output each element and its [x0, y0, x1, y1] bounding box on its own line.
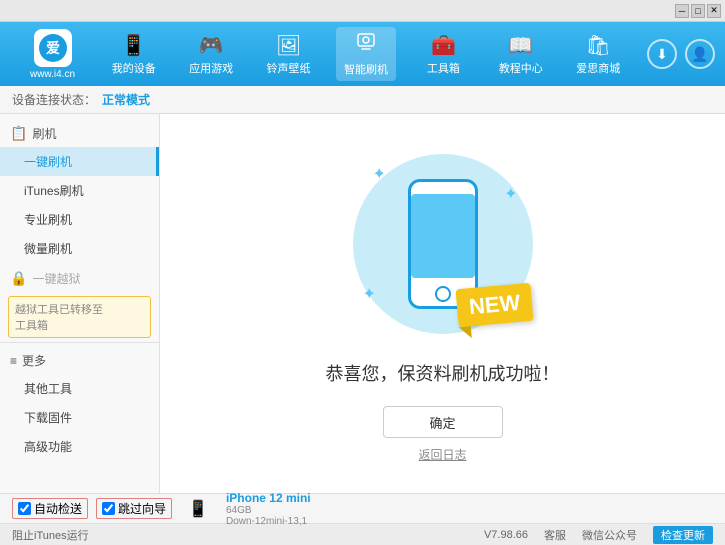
sidebar-item-onekey[interactable]: 一键刷机 [0, 147, 159, 176]
auto-detect-checkbox[interactable] [18, 502, 31, 515]
jailbreak-section-title: 🔒 一键越狱 [0, 265, 159, 292]
bottom-bar: 自动检送 跳过向导 📱 iPhone 12 mini 64GB Down-12m… [0, 493, 725, 523]
jailbreak-label: 一键越狱 [32, 270, 80, 287]
nav-wallpaper-label: 铃声壁纸 [267, 60, 311, 76]
flash-section-label: 刷机 [32, 125, 56, 142]
user-button[interactable]: 👤 [685, 39, 715, 69]
sparkle-3: ✦ [363, 284, 376, 304]
sidebar-section-more: ≡ 更多 其他工具 下载固件 高级功能 [0, 347, 159, 461]
nav-apps-label: 应用游戏 [189, 60, 233, 76]
nav-device-label: 我的设备 [112, 60, 156, 76]
nav-bar: 📱 我的设备 🎮 应用游戏 🖼 铃声壁纸 智能刷机 🧰 工具箱 [95, 27, 637, 81]
nav-mall-label: 爱思商城 [576, 60, 620, 76]
new-badge: NEW [456, 283, 534, 327]
smart-nav-icon [355, 31, 377, 59]
logo-icon: 爱 [34, 29, 72, 67]
mall-nav-icon: 🛍 [586, 33, 611, 58]
restore-button[interactable]: □ [691, 4, 705, 18]
micro-label: 微量刷机 [24, 242, 72, 256]
version-label: V7.98.66 [484, 529, 528, 541]
device-nav-icon: 📱 [121, 33, 146, 58]
tutorial-nav-icon: 📖 [508, 33, 533, 58]
itunes-label: iTunes刷机 [24, 184, 84, 198]
other-tools-label: 其他工具 [24, 382, 72, 396]
device-phone-icon: 📱 [188, 499, 208, 519]
logo-url: www.i4.cn [30, 69, 75, 80]
flash-section-icon: 📋 [10, 125, 27, 142]
advanced-label: 高级功能 [24, 440, 72, 454]
pro-label: 专业刷机 [24, 213, 72, 227]
customer-service-link[interactable]: 客服 [544, 527, 566, 543]
header-right-buttons: ⬇ 👤 [647, 39, 715, 69]
nav-device[interactable]: 📱 我的设备 [104, 29, 164, 80]
title-bar: ─ □ ✕ [0, 0, 725, 22]
device-info: iPhone 12 mini 64GB Down-12mini-13,1 [226, 491, 311, 527]
more-section-title: ≡ 更多 [0, 347, 159, 374]
confirm-button[interactable]: 确定 [383, 406, 503, 438]
phone-home-button [435, 286, 451, 302]
status-label: 设备连接状态： [12, 91, 96, 108]
onekey-label: 一键刷机 [24, 155, 72, 169]
footer-right: V7.98.66 客服 微信公众号 检查更新 [484, 526, 713, 544]
more-label: 更多 [22, 352, 46, 369]
header: 爱 www.i4.cn 📱 我的设备 🎮 应用游戏 🖼 铃声壁纸 [0, 22, 725, 86]
wallpaper-nav-icon: 🖼 [276, 33, 301, 58]
sidebar-item-itunes[interactable]: iTunes刷机 [0, 176, 159, 205]
logo[interactable]: 爱 www.i4.cn [10, 29, 95, 80]
sidebar-item-pro[interactable]: 专业刷机 [0, 205, 159, 234]
nav-tutorial-label: 教程中心 [499, 60, 543, 76]
auto-detect-label: 自动检送 [34, 500, 82, 517]
download-button[interactable]: ⬇ [647, 39, 677, 69]
auto-detect-checkbox-item: 自动检送 [12, 498, 88, 519]
sidebar: 📋 刷机 一键刷机 iTunes刷机 专业刷机 微量刷机 🔒 一键越狱 越狱工 [0, 114, 160, 493]
nav-smart[interactable]: 智能刷机 [336, 27, 396, 81]
svg-text:爱: 爱 [46, 40, 60, 56]
wechat-link[interactable]: 微信公众号 [582, 527, 637, 543]
warning-text: 越狱工具已转移至工具箱 [15, 304, 103, 332]
window-controls[interactable]: ─ □ ✕ [675, 4, 721, 18]
minimize-button[interactable]: ─ [675, 4, 689, 18]
content-area: ✦ ✦ ✦ NEW 恭喜您，保资料刷机成功啦！ 确定 返回日志 [160, 114, 725, 493]
back-link[interactable]: 返回日志 [418, 446, 466, 463]
nav-mall[interactable]: 🛍 爱思商城 [568, 29, 628, 80]
more-icon: ≡ [10, 354, 17, 368]
nav-tools-label: 工具箱 [427, 60, 460, 76]
nav-apps[interactable]: 🎮 应用游戏 [181, 29, 241, 80]
device-model: Down-12mini-13,1 [226, 516, 311, 527]
lock-icon: 🔒 [10, 270, 27, 287]
sidebar-divider [0, 342, 159, 343]
nav-tools[interactable]: 🧰 工具箱 [413, 29, 473, 80]
status-bar: 设备连接状态： 正常模式 [0, 86, 725, 114]
apps-nav-icon: 🎮 [199, 33, 224, 58]
sidebar-item-advanced[interactable]: 高级功能 [0, 432, 159, 461]
block-itunes-button[interactable]: 阻止iTunes运行 [12, 527, 89, 543]
phone-illustration: ✦ ✦ ✦ NEW [343, 144, 543, 344]
phone-screen [411, 194, 475, 278]
sidebar-section-jailbreak: 🔒 一键越狱 越狱工具已转移至工具箱 [0, 265, 159, 338]
tools-nav-icon: 🧰 [431, 33, 456, 58]
firmware-label: 下载固件 [24, 411, 72, 425]
jailbreak-warning: 越狱工具已转移至工具箱 [8, 296, 151, 338]
check-update-button[interactable]: 检查更新 [653, 526, 713, 544]
main-area: 📋 刷机 一键刷机 iTunes刷机 专业刷机 微量刷机 🔒 一键越狱 越狱工 [0, 114, 725, 493]
sidebar-item-firmware[interactable]: 下载固件 [0, 403, 159, 432]
nav-tutorial[interactable]: 📖 教程中心 [491, 29, 551, 80]
success-message: 恭喜您，保资料刷机成功啦！ [326, 360, 560, 386]
device-storage: 64GB [226, 505, 311, 516]
close-button[interactable]: ✕ [707, 4, 721, 18]
skip-wizard-checkbox[interactable] [102, 502, 115, 515]
sidebar-item-other-tools[interactable]: 其他工具 [0, 374, 159, 403]
bottom-left: 自动检送 跳过向导 📱 iPhone 12 mini 64GB Down-12m… [12, 491, 311, 527]
nav-smart-label: 智能刷机 [344, 61, 388, 77]
skip-wizard-label: 跳过向导 [118, 500, 166, 517]
sparkle-1: ✦ [373, 164, 386, 184]
status-value: 正常模式 [102, 91, 150, 108]
skip-wizard-checkbox-item: 跳过向导 [96, 498, 172, 519]
sidebar-section-flash-title[interactable]: 📋 刷机 [0, 120, 159, 147]
sidebar-section-flash: 📋 刷机 一键刷机 iTunes刷机 专业刷机 微量刷机 [0, 120, 159, 263]
sparkle-2: ✦ [504, 184, 517, 204]
nav-wallpaper[interactable]: 🖼 铃声壁纸 [259, 29, 319, 80]
sidebar-item-micro[interactable]: 微量刷机 [0, 234, 159, 263]
